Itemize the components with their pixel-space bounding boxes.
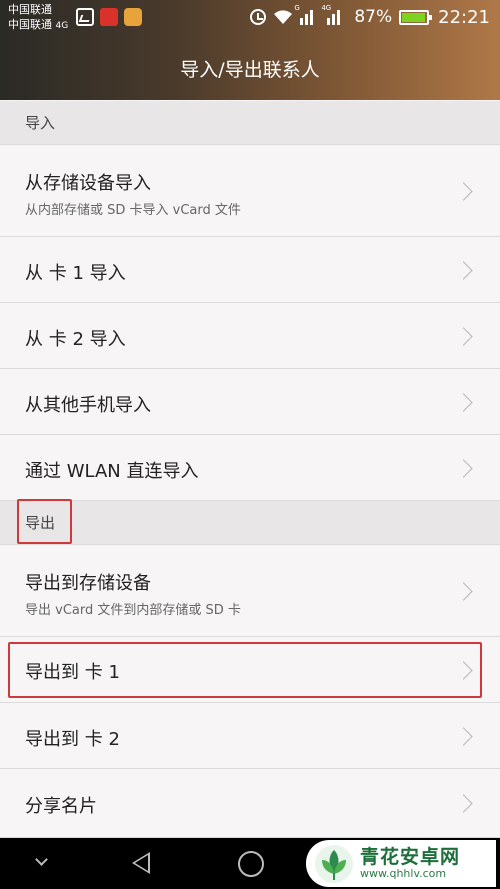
list-item-title: 导出到 卡 1 <box>25 662 120 683</box>
chevron-right-icon <box>454 582 473 601</box>
list-item-title: 分享名片 <box>25 796 97 817</box>
back-button[interactable] <box>110 838 170 889</box>
battery-icon <box>399 9 433 25</box>
chevron-right-icon <box>454 261 473 280</box>
hide-nav-button[interactable] <box>12 838 72 889</box>
import-via-wlan-direct-item[interactable]: 通过 WLAN 直连导入 <box>0 435 500 501</box>
wifi-icon <box>273 9 293 25</box>
carrier-line-2-name: 中国联通 <box>8 18 52 31</box>
list-item-title: 从 卡 1 导入 <box>25 263 126 284</box>
list-item-title: 从其他手机导入 <box>25 395 151 416</box>
carrier-line-2-network: 4G <box>55 21 69 31</box>
signal-type-label: G <box>294 4 300 12</box>
app-icon <box>124 8 142 26</box>
chevron-down-icon <box>35 853 48 866</box>
status-indicators: G 4G 87% 22:21 <box>250 4 490 28</box>
clock: 22:21 <box>438 6 490 28</box>
list-item-title: 从 卡 2 导入 <box>25 329 126 350</box>
list-item-title: 导出到存储设备 <box>25 573 151 594</box>
import-from-card2-item[interactable]: 从 卡 2 导入 <box>0 303 500 369</box>
export-to-storage-item[interactable]: 导出到存储设备 导出 vCard 文件到内部存储或 SD 卡 <box>0 546 500 637</box>
status-bar: 中国联通 中国联通 4G G 4G 87% 22:21 <box>0 0 500 36</box>
app-header: 中国联通 中国联通 4G G 4G 87% 22:21 导入/导出联系人 <box>0 0 500 100</box>
signal-icon: G <box>294 4 320 25</box>
export-to-card2-item[interactable]: 导出到 卡 2 <box>0 703 500 769</box>
gallery-icon <box>76 8 94 26</box>
import-from-card1-item[interactable]: 从 卡 1 导入 <box>0 237 500 303</box>
battery-fill <box>402 12 426 22</box>
watermark-logo-icon <box>315 844 353 883</box>
export-to-card1-item[interactable]: 导出到 卡 1 <box>0 637 500 703</box>
share-namecard-item[interactable]: 分享名片 <box>0 769 500 838</box>
watermark-url: www.qhhlv.com <box>360 866 447 880</box>
notification-icons <box>76 8 142 26</box>
home-button[interactable] <box>220 838 280 889</box>
watermark-text: 青花安卓网 www.qhhlv.com <box>360 845 461 880</box>
chevron-right-icon <box>454 393 473 412</box>
app-icon <box>100 8 118 26</box>
list-item-subtitle: 导出 vCard 文件到内部存储或 SD 卡 <box>25 603 241 618</box>
chevron-right-icon <box>454 794 473 813</box>
page-title: 导入/导出联系人 <box>180 59 320 81</box>
signal-icon: 4G <box>321 4 347 25</box>
alarm-icon <box>250 9 267 25</box>
list-item-title: 导出到 卡 2 <box>25 729 120 750</box>
back-icon <box>132 852 150 874</box>
chevron-right-icon <box>454 182 473 201</box>
chevron-right-icon <box>454 727 473 746</box>
carrier-line-2: 中国联通 4G <box>8 17 68 34</box>
chevron-right-icon <box>454 459 473 478</box>
carrier-line-1: 中国联通 <box>8 3 52 16</box>
import-from-storage-item[interactable]: 从存储设备导入 从内部存储或 SD 卡导入 vCard 文件 <box>0 146 500 237</box>
signal-type-label: 4G <box>321 4 332 12</box>
home-icon <box>238 851 264 877</box>
watermark: 青花安卓网 www.qhhlv.com <box>306 840 496 887</box>
chevron-right-icon <box>454 661 473 680</box>
import-from-other-phone-item[interactable]: 从其他手机导入 <box>0 369 500 435</box>
list-item-title: 通过 WLAN 直连导入 <box>25 461 199 482</box>
watermark-name: 青花安卓网 <box>360 845 461 868</box>
section-header-export: 导出 <box>0 501 500 545</box>
list-item-title: 从存储设备导入 <box>25 173 151 194</box>
carrier-info: 中国联通 中国联通 4G <box>8 2 68 34</box>
chevron-right-icon <box>454 327 473 346</box>
list-item-subtitle: 从内部存储或 SD 卡导入 vCard 文件 <box>25 203 241 218</box>
section-header-import: 导入 <box>0 101 500 145</box>
battery-percent: 87% <box>354 7 393 27</box>
